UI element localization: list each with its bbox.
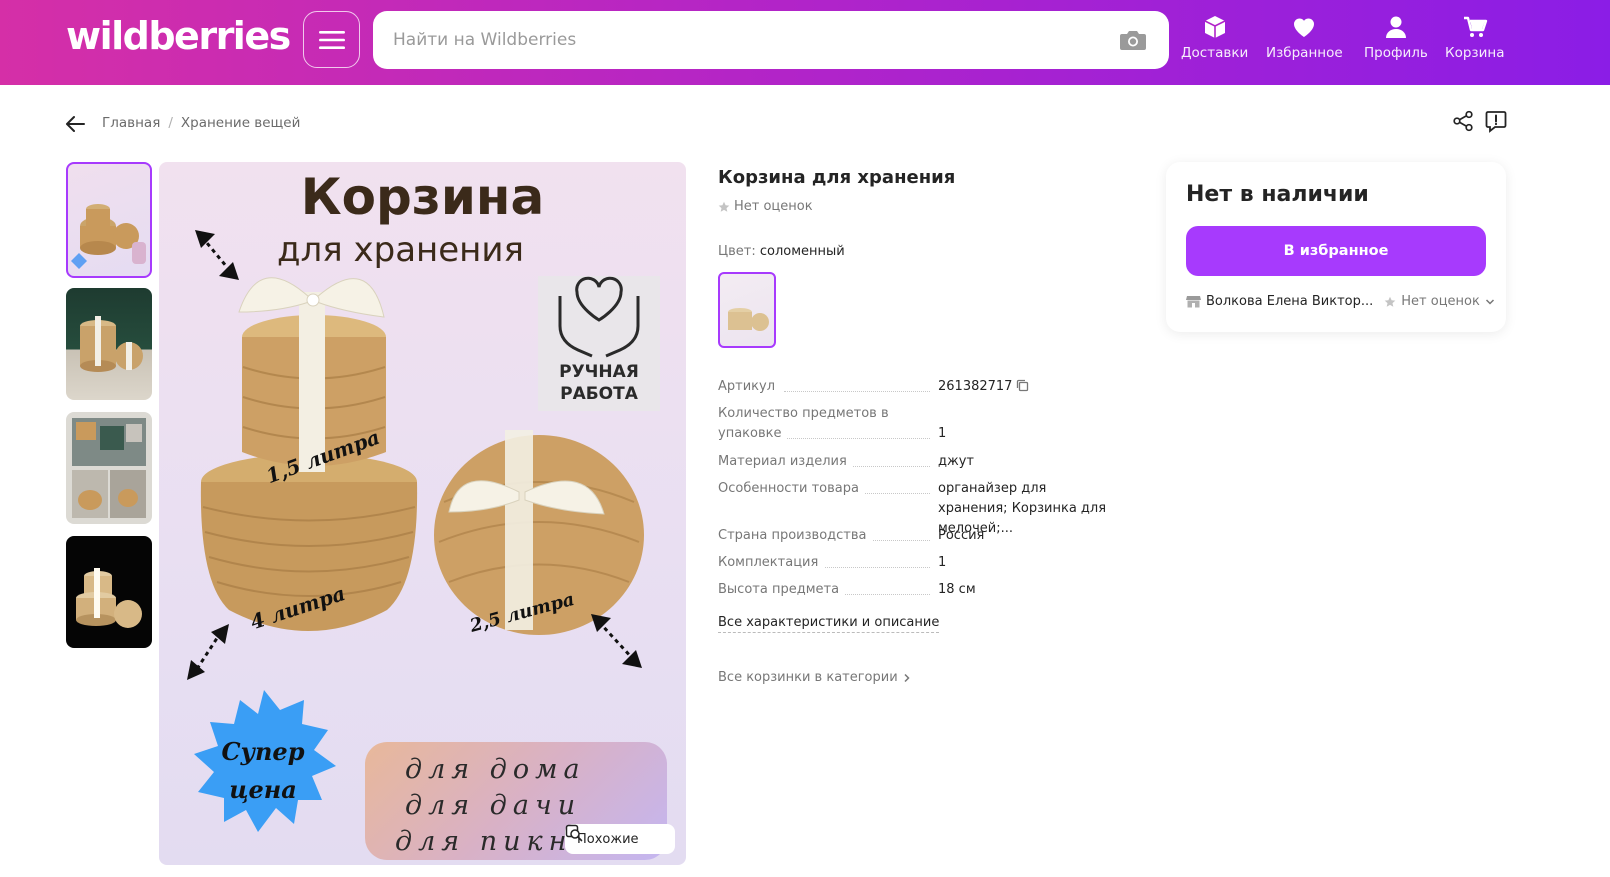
nav-favorites-label: Избранное (1266, 45, 1343, 61)
image-subtitle: для хранения (277, 230, 524, 270)
chevron-right-icon (904, 673, 910, 682)
nav-cart[interactable]: Корзина (1445, 14, 1504, 61)
nav-cart-label: Корзина (1445, 45, 1505, 61)
image-title: Корзина (300, 168, 545, 226)
spec-value: джут (938, 454, 974, 469)
color-row: Цвет: соломенный (718, 244, 845, 259)
category-link-label: Все корзинки в категории (718, 670, 898, 685)
thumbnail-2[interactable] (66, 288, 152, 400)
rating-text: Нет оценок (734, 199, 813, 214)
spec-value: 18 см (938, 582, 976, 597)
seller-star-icon (1384, 296, 1396, 307)
back-arrow-icon[interactable] (64, 113, 86, 135)
thumbnail-4-image (76, 568, 142, 628)
top-header: wildberries Доставки Избранное (0, 0, 1610, 85)
thumbnail-3-image (72, 418, 146, 518)
nav-profile[interactable]: Профиль (1364, 14, 1428, 61)
add-to-favorites-button[interactable]: В избранное (1186, 226, 1486, 276)
spec-value: 1 (938, 555, 947, 570)
thumbnail-1[interactable] (66, 162, 152, 278)
seller-name[interactable]: Волкова Елена Виктор... (1206, 294, 1373, 309)
seller-rating: Нет оценок (1401, 294, 1480, 309)
spec-label: Высота предмета (718, 580, 928, 600)
spec-label: Материал изделия (718, 452, 928, 472)
search-box (373, 11, 1169, 69)
color-swatch-straw[interactable] (718, 272, 776, 348)
product-title: Корзина для хранения (718, 167, 956, 188)
handmade-badge: РУЧНАЯ РАБОТА (538, 276, 660, 411)
nav-deliveries-label: Доставки (1181, 45, 1249, 61)
camera-icon[interactable] (1119, 29, 1147, 51)
similar-label: Похожие (577, 831, 639, 847)
breadcrumb: Главная / Хранение вещей (102, 115, 300, 131)
spec-label: Артикул (718, 377, 928, 397)
wildberries-logo[interactable]: wildberries (66, 14, 291, 58)
breadcrumb-home[interactable]: Главная (102, 115, 160, 131)
menu-button[interactable] (303, 11, 360, 68)
main-product-image[interactable]: 1,5 литра 4 литра 2,5 литра Супер цена К… (159, 162, 686, 865)
stock-status: Нет в наличии (1186, 182, 1369, 207)
spec-label: Количество предметов в упаковке (718, 406, 889, 441)
usage-dacha: для дачи (405, 790, 582, 821)
spec-label: Комплектация (718, 553, 928, 573)
badge-line-2: цена (229, 775, 297, 804)
color-label: Цвет: (718, 244, 756, 259)
hamburger-icon (318, 30, 345, 49)
buy-card: Нет в наличии В избранное Волкова Елена … (1166, 162, 1506, 332)
thumbnail-1-image (71, 204, 146, 269)
usage-home: для дома (405, 754, 586, 785)
spec-value: Россия (938, 528, 985, 543)
heart-icon (1294, 18, 1315, 37)
thumbnail-3[interactable] (66, 412, 152, 524)
report-icon[interactable] (1484, 109, 1508, 133)
breadcrumb-category[interactable]: Хранение вещей (181, 115, 300, 131)
share-icon[interactable] (1452, 110, 1474, 132)
star-icon (718, 201, 730, 212)
nav-profile-label: Профиль (1364, 45, 1428, 61)
user-icon (1385, 16, 1406, 38)
nav-deliveries[interactable]: Доставки (1181, 14, 1248, 61)
thumbnail-2-image (80, 316, 143, 372)
product-rating[interactable]: Нет оценок (718, 199, 813, 214)
similar-button[interactable]: Похожие (565, 824, 675, 854)
breadcrumb-separator: / (168, 115, 173, 131)
spec-value-article[interactable]: 261382717 (938, 377, 1128, 397)
color-swatch-image (728, 308, 769, 331)
search-input[interactable] (393, 11, 1093, 69)
thumbnail-4[interactable] (66, 536, 152, 648)
similar-search-icon (565, 824, 583, 842)
copy-icon[interactable] (1016, 379, 1029, 392)
cart-icon (1463, 16, 1487, 37)
all-specs-link[interactable]: Все характеристики и описание (718, 615, 940, 633)
box-icon (1204, 16, 1225, 38)
seller-row[interactable]: Волкова Елена Виктор... Нет оценок (1186, 294, 1495, 309)
spec-label: Особенности товара (718, 479, 928, 499)
handmade-text: РУЧНАЯ РАБОТА (559, 362, 639, 404)
chevron-down-icon[interactable] (1485, 297, 1495, 307)
badge-line-1: Супер (222, 737, 305, 766)
category-link[interactable]: Все корзинки в категории (718, 670, 912, 685)
nav-favorites[interactable]: Избранное (1266, 14, 1343, 61)
store-icon (1186, 296, 1201, 308)
spec-value: 1 (938, 426, 947, 441)
heart-hands-icon (558, 276, 640, 358)
color-value: соломенный (759, 244, 845, 259)
spec-label: Страна производства (718, 526, 928, 546)
